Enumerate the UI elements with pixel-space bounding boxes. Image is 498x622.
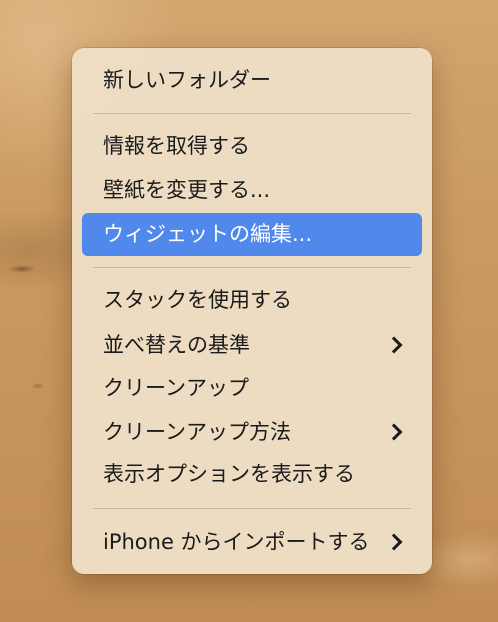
menu-item-label: クリーンアップ方法: [103, 419, 291, 444]
menu-separator: [93, 113, 411, 114]
chevron-right-icon: [385, 423, 403, 441]
menu-item-sort-by[interactable]: 並べ替えの基準: [82, 325, 422, 365]
menu-item-import-from-iphone[interactable]: iPhone からインポートする: [82, 522, 422, 562]
desktop-wallpaper-detail: [28, 380, 48, 392]
desktop-wallpaper-detail: [0, 262, 40, 276]
desktop-context-menu: 新しいフォルダー 情報を取得する 壁紙を変更する... ウィジェットの編集...…: [72, 48, 432, 574]
menu-item-label: 壁紙を変更する...: [103, 177, 271, 202]
menu-separator: [93, 267, 411, 268]
menu-separator: [93, 508, 411, 509]
chevron-right-icon: [385, 533, 403, 551]
menu-item-edit-widgets[interactable]: ウィジェットの編集...: [82, 213, 422, 256]
menu-item-label: ウィジェットの編集...: [103, 222, 313, 246]
menu-item-label: 並べ替えの基準: [103, 332, 250, 357]
menu-item-show-view-options[interactable]: 表示オプションを表示する: [82, 454, 422, 494]
menu-item-get-info[interactable]: 情報を取得する: [82, 126, 422, 166]
menu-item-label: iPhone からインポートする: [103, 529, 370, 554]
menu-item-clean-up-by[interactable]: クリーンアップ方法: [82, 412, 422, 452]
menu-item-change-wallpaper[interactable]: 壁紙を変更する...: [82, 170, 422, 210]
menu-item-label: 表示オプションを表示する: [103, 461, 355, 486]
menu-item-label: 新しいフォルダー: [103, 67, 271, 92]
chevron-right-icon: [385, 336, 403, 354]
menu-item-label: 情報を取得する: [103, 133, 250, 158]
menu-item-new-folder[interactable]: 新しいフォルダー: [82, 60, 422, 100]
menu-item-label: スタックを使用する: [103, 287, 292, 312]
menu-item-clean-up[interactable]: クリーンアップ: [82, 368, 422, 408]
menu-item-use-stacks[interactable]: スタックを使用する: [82, 280, 422, 320]
menu-item-label: クリーンアップ: [103, 375, 249, 400]
